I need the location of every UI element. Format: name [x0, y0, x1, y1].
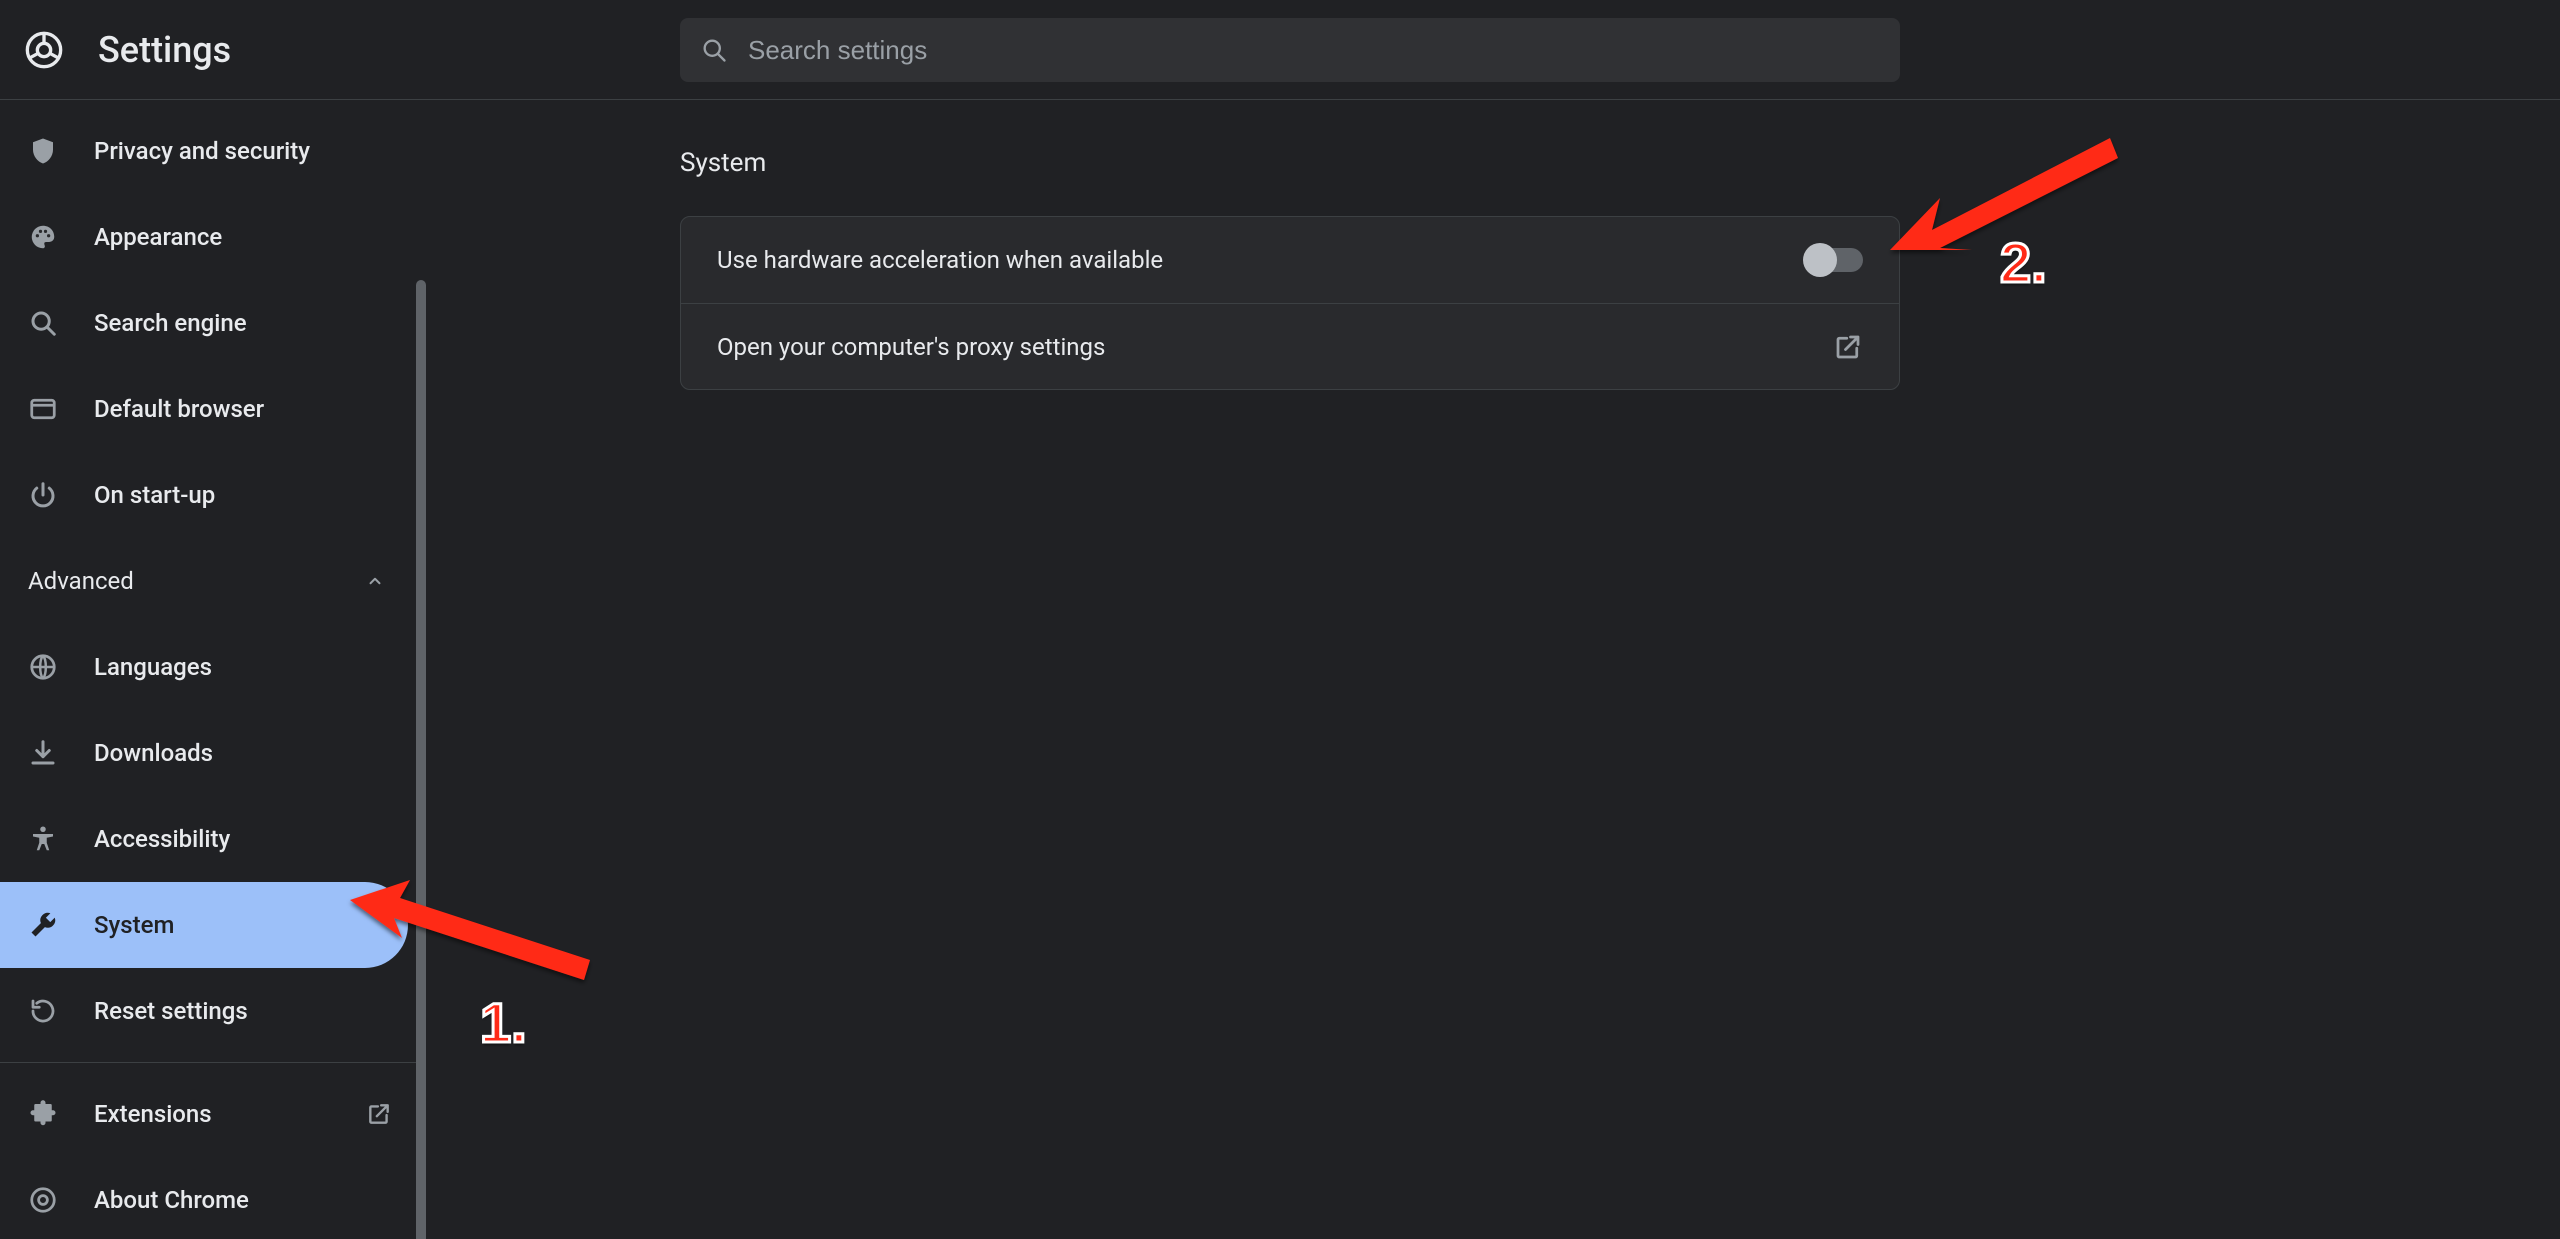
sidebar-item-languages[interactable]: Languages — [0, 624, 420, 710]
sidebar-item-reset[interactable]: Reset settings — [0, 968, 420, 1054]
sidebar-item-label: Accessibility — [94, 825, 230, 853]
toggle-hardware-accel[interactable] — [1805, 248, 1863, 272]
external-link-icon — [1833, 332, 1863, 362]
page-title: Settings — [98, 29, 231, 71]
app-header: Settings — [0, 0, 2560, 100]
sidebar-item-extensions[interactable]: Extensions — [0, 1071, 420, 1157]
setting-label: Open your computer's proxy settings — [717, 333, 1105, 361]
sidebar-section-advanced[interactable]: Advanced — [0, 538, 420, 624]
sidebar-item-label: Privacy and security — [94, 137, 310, 165]
globe-icon — [26, 650, 60, 684]
search-icon — [700, 36, 728, 64]
sidebar-item-label: On start-up — [94, 481, 215, 509]
sidebar: Privacy and security Appearance Search e… — [0, 100, 420, 1239]
shield-icon — [26, 134, 60, 168]
setting-row-hardware-accel[interactable]: Use hardware acceleration when available — [681, 217, 1899, 303]
section-title: System — [680, 148, 2560, 178]
search-settings-field[interactable] — [680, 18, 1900, 82]
chrome-logo-icon — [22, 28, 66, 72]
sidebar-item-about[interactable]: About Chrome — [0, 1157, 420, 1239]
setting-row-proxy[interactable]: Open your computer's proxy settings — [681, 303, 1899, 389]
sidebar-item-search-engine[interactable]: Search engine — [0, 280, 420, 366]
sidebar-item-appearance[interactable]: Appearance — [0, 194, 420, 280]
search-icon — [26, 306, 60, 340]
browser-icon — [26, 392, 60, 426]
power-icon — [26, 478, 60, 512]
restore-icon — [26, 994, 60, 1028]
sidebar-item-downloads[interactable]: Downloads — [0, 710, 420, 796]
main-content: System Use hardware acceleration when av… — [420, 100, 2560, 1239]
sidebar-item-label: Downloads — [94, 739, 213, 767]
chrome-icon — [26, 1183, 60, 1217]
sidebar-item-default-browser[interactable]: Default browser — [0, 366, 420, 452]
sidebar-item-label: Reset settings — [94, 997, 248, 1025]
settings-card: Use hardware acceleration when available… — [680, 216, 1900, 390]
sidebar-section-label: Advanced — [28, 567, 134, 595]
accessibility-icon — [26, 822, 60, 856]
sidebar-item-label: Default browser — [94, 395, 264, 423]
sidebar-item-label: Search engine — [94, 309, 247, 337]
chevron-up-icon — [366, 572, 384, 590]
sidebar-item-system[interactable]: System — [0, 882, 408, 968]
toggle-knob — [1803, 243, 1837, 277]
sidebar-item-accessibility[interactable]: Accessibility — [0, 796, 420, 882]
puzzle-icon — [26, 1097, 60, 1131]
sidebar-item-on-startup[interactable]: On start-up — [0, 452, 420, 538]
sidebar-item-label: System — [94, 911, 174, 939]
setting-label: Use hardware acceleration when available — [717, 246, 1163, 274]
sidebar-separator — [0, 1062, 420, 1063]
palette-icon — [26, 220, 60, 254]
sidebar-item-label: About Chrome — [94, 1186, 249, 1214]
sidebar-item-label: Extensions — [94, 1100, 212, 1128]
sidebar-item-label: Appearance — [94, 223, 222, 251]
sidebar-item-privacy[interactable]: Privacy and security — [0, 108, 420, 194]
wrench-icon — [26, 908, 60, 942]
search-input[interactable] — [748, 35, 1880, 66]
download-icon — [26, 736, 60, 770]
external-link-icon — [366, 1101, 392, 1127]
sidebar-item-label: Languages — [94, 653, 212, 681]
